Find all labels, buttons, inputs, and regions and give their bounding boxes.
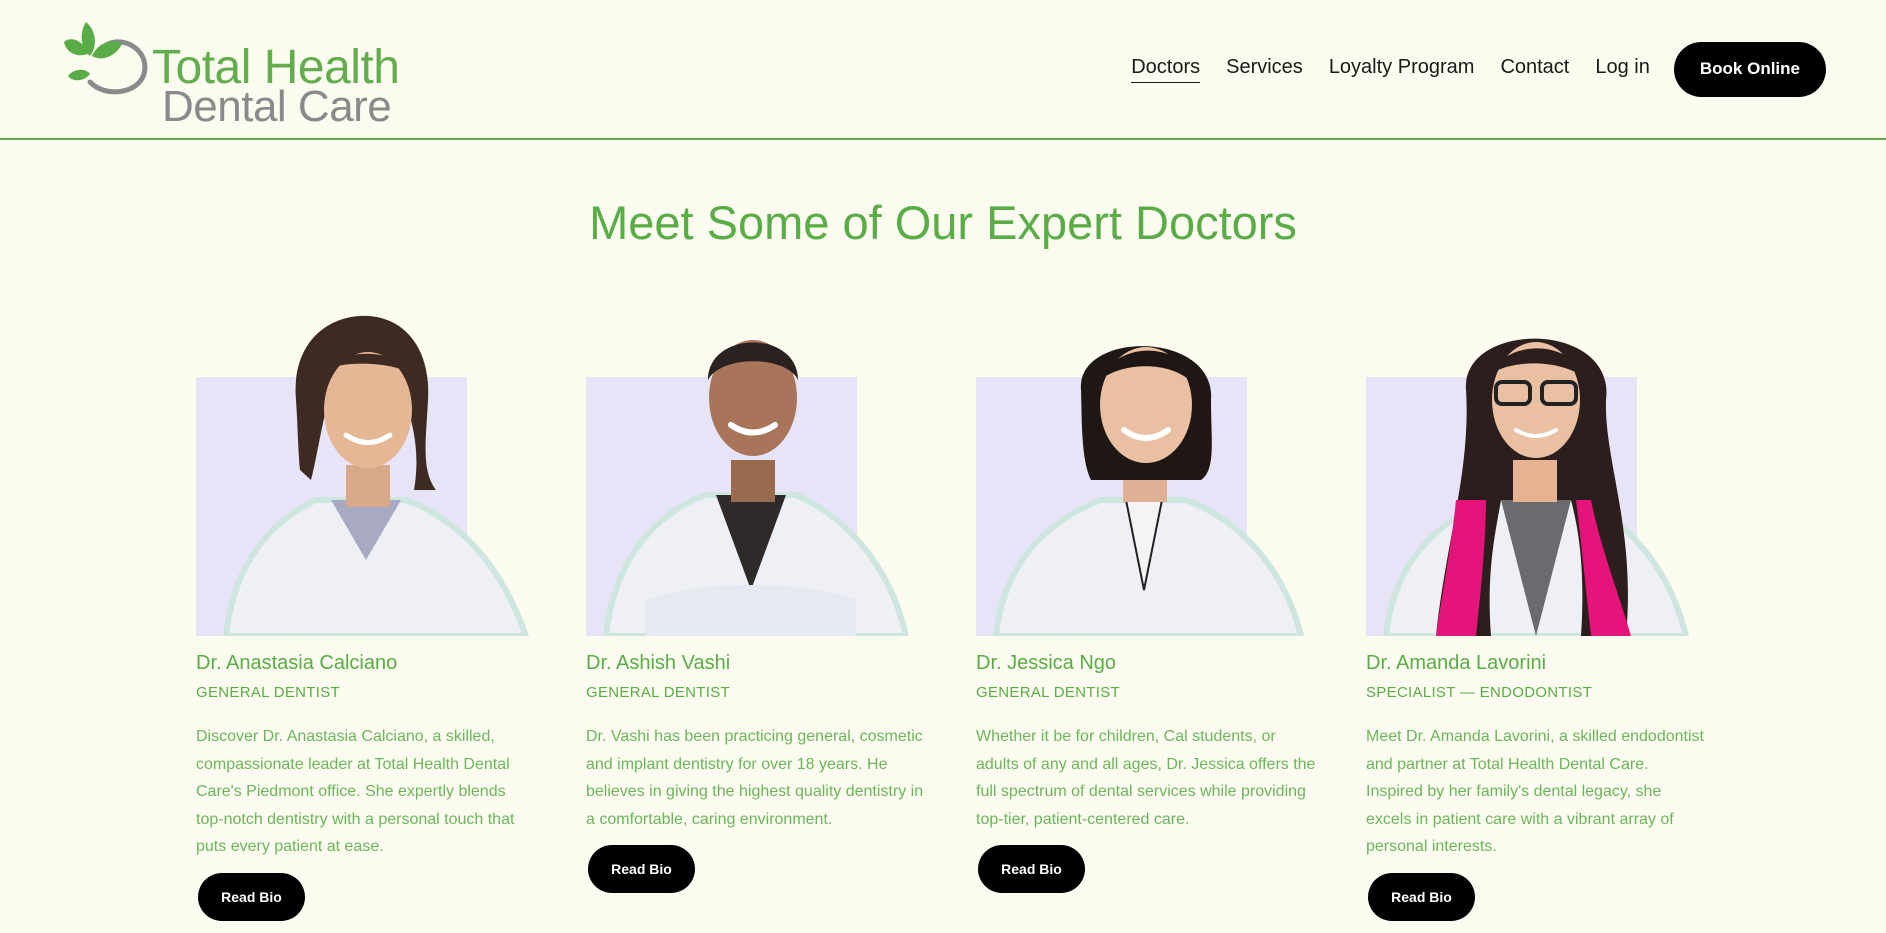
read-bio-button[interactable]: Read Bio <box>198 872 305 921</box>
brand-name-line2: Dental Care <box>162 82 392 131</box>
doctor-card: Dr. Ashish Vashi GENERAL DENTIST Dr. Vas… <box>586 300 926 893</box>
doctor-description: Meet Dr. Amanda Lavorini, a skilled endo… <box>1366 728 1704 855</box>
site-header: Total Health Dental Care Doctors Service… <box>0 0 1886 140</box>
nav-log-in[interactable]: Log in <box>1595 56 1650 83</box>
nav-loyalty-program[interactable]: Loyalty Program <box>1329 56 1475 83</box>
doctor-role: SPECIALIST — ENDODONTIST <box>1366 684 1593 701</box>
doctor-photo[interactable] <box>976 300 1316 636</box>
doctor-role: GENERAL DENTIST <box>586 684 730 701</box>
main-nav: Doctors Services Loyalty Program Contact… <box>1105 41 1826 97</box>
doctor-name: Dr. Amanda Lavorini <box>1366 652 1547 674</box>
brand-logo[interactable]: Total Health Dental Care <box>60 16 400 131</box>
doctor-description: Discover Dr. Anastasia Calciano, a skill… <box>196 728 515 855</box>
doctor-portrait-image <box>222 315 530 636</box>
doctor-portrait-image <box>1382 338 1690 636</box>
nav-doctors[interactable]: Doctors <box>1131 56 1201 83</box>
doctor-photo[interactable] <box>1366 300 1706 636</box>
read-bio-button[interactable]: Read Bio <box>978 845 1085 893</box>
doctor-role: GENERAL DENTIST <box>976 684 1120 701</box>
nav-services[interactable]: Services <box>1226 56 1303 83</box>
leaf-arc-logo-icon <box>64 22 148 95</box>
doctor-name: Dr. Anastasia Calciano <box>196 652 398 674</box>
doctor-photo[interactable] <box>196 300 536 636</box>
page-title: Meet Some of Our Expert Doctors <box>589 196 1297 249</box>
read-bio-button[interactable]: Read Bio <box>1368 872 1475 921</box>
doctor-card: Dr. Jessica Ngo GENERAL DENTIST Whether … <box>976 300 1316 893</box>
doctor-name: Dr. Ashish Vashi <box>586 652 731 674</box>
book-online-button[interactable]: Book Online <box>1673 41 1826 97</box>
doctor-card: Dr. Amanda Lavorini SPECIALIST — ENDODON… <box>1366 300 1706 921</box>
doctor-portrait-image <box>602 340 910 636</box>
doctor-photo[interactable] <box>586 300 926 636</box>
doctor-name: Dr. Jessica Ngo <box>976 652 1117 674</box>
doctor-description: Whether it be for children, Cal students… <box>976 728 1316 828</box>
doctor-portrait-image <box>992 346 1305 636</box>
doctor-description: Dr. Vashi has been practicing general, c… <box>586 728 924 828</box>
doctor-card: Dr. Anastasia Calciano GENERAL DENTIST D… <box>196 300 536 921</box>
read-bio-button[interactable]: Read Bio <box>588 845 695 893</box>
nav-contact[interactable]: Contact <box>1500 56 1569 83</box>
doctor-role: GENERAL DENTIST <box>196 684 340 701</box>
